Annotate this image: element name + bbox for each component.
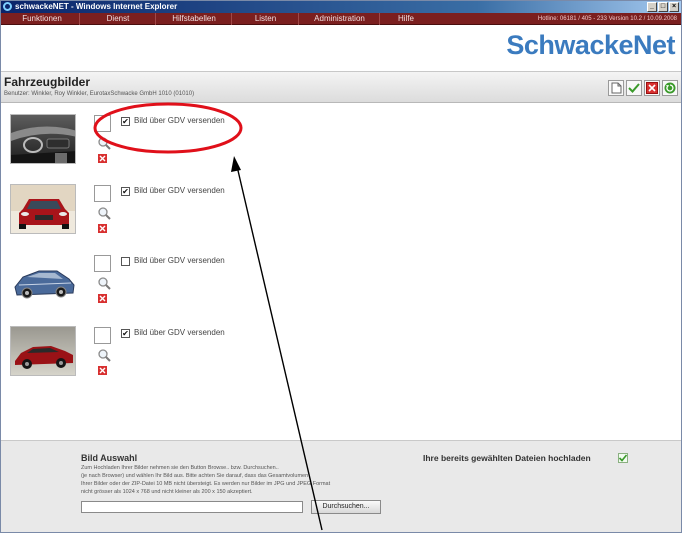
image-list: ✔ Bild über GDV versenden ✔ Bild über GD… xyxy=(1,104,681,440)
image-upload-panel: Bild Auswahl Zum Hochladen Ihrer Bilder … xyxy=(1,440,681,532)
send-via-gdv-checkbox[interactable] xyxy=(121,257,130,266)
menu-hilfe[interactable]: Hilfe xyxy=(381,13,431,25)
main-menu: Funktionen Dienst Hilfstabellen Listen A… xyxy=(1,13,681,25)
image-number-field[interactable] xyxy=(94,115,111,132)
magnifier-icon[interactable] xyxy=(97,206,111,220)
image-number-field[interactable] xyxy=(94,255,111,272)
page-toolbar xyxy=(608,80,678,96)
menu-dienst[interactable]: Dienst xyxy=(81,13,156,25)
send-via-gdv-checkbox[interactable]: ✔ xyxy=(121,117,130,126)
upload-checkmark-icon[interactable] xyxy=(618,453,628,463)
send-via-gdv-label: Bild über GDV versenden xyxy=(134,256,225,265)
brand-logo: SchwackeNet xyxy=(506,30,675,60)
instruction-line: Zum Hochladen Ihrer Bilder nehmen sie de… xyxy=(81,465,279,471)
menu-listen[interactable]: Listen xyxy=(233,13,299,25)
browser-window: schwackeNET - Windows Internet Explorer … xyxy=(0,0,682,533)
send-via-gdv-label: Bild über GDV versenden xyxy=(134,186,225,195)
image-row: ✔ Bild über GDV versenden xyxy=(1,324,681,394)
upload-section-title: Bild Auswahl xyxy=(81,453,138,463)
minimize-button[interactable]: _ xyxy=(647,2,657,12)
delete-image-icon[interactable] xyxy=(98,366,107,375)
maximize-button[interactable]: □ xyxy=(658,2,668,12)
instruction-line: Ihrer Bilder oder der ZIP-Datei 10 MB ni… xyxy=(81,481,331,487)
car-xray-thumbnail[interactable] xyxy=(10,254,76,304)
magnifier-icon[interactable] xyxy=(97,348,111,362)
refresh-button[interactable] xyxy=(662,80,678,96)
refresh-icon xyxy=(664,82,676,94)
instruction-line: nicht grösser als 1024 x 768 und nicht k… xyxy=(81,489,253,495)
title-bar: schwackeNET - Windows Internet Explorer … xyxy=(1,1,681,13)
image-number-field[interactable] xyxy=(94,185,111,202)
page-title: Fahrzeugbilder xyxy=(4,75,91,89)
send-via-gdv-checkbox[interactable]: ✔ xyxy=(121,329,130,338)
close-button[interactable]: × xyxy=(669,2,679,12)
menu-funktionen[interactable]: Funktionen xyxy=(5,13,80,25)
hotline-version-text: Hotline: 06181 / 405 - 233 Version 10.2 … xyxy=(537,16,677,22)
delete-image-icon[interactable] xyxy=(98,154,107,163)
send-via-gdv-label: Bild über GDV versenden xyxy=(134,328,225,337)
new-document-button[interactable] xyxy=(608,80,624,96)
internet-explorer-icon xyxy=(3,2,12,11)
page-header: Fahrzeugbilder Benutzer: Winkler, Roy Wi… xyxy=(1,71,681,103)
image-number-field[interactable] xyxy=(94,327,111,344)
save-button[interactable] xyxy=(626,80,642,96)
magnifier-icon[interactable] xyxy=(97,136,111,150)
delete-button[interactable] xyxy=(644,80,660,96)
image-row: Bild über GDV versenden xyxy=(1,252,681,322)
magnifier-icon[interactable] xyxy=(97,276,111,290)
upload-instructions: Zum Hochladen Ihrer Bilder nehmen sie de… xyxy=(81,464,421,496)
send-via-gdv-checkbox[interactable]: ✔ xyxy=(121,187,130,196)
user-info: Benutzer: Winkler, Roy Winkler, EurotaxS… xyxy=(4,91,195,97)
menu-hilfstabellen[interactable]: Hilfstabellen xyxy=(157,13,232,25)
window-controls: _ □ × xyxy=(647,2,679,12)
delete-image-icon[interactable] xyxy=(98,294,107,303)
browse-button[interactable]: Durchsuchen... xyxy=(311,500,381,514)
checkmark-icon xyxy=(628,83,640,93)
red-car-front-thumbnail[interactable] xyxy=(10,184,76,234)
send-via-gdv-label: Bild über GDV versenden xyxy=(134,116,225,125)
new-document-icon xyxy=(611,82,621,94)
image-row: ✔ Bild über GDV versenden xyxy=(1,182,681,252)
image-row: ✔ Bild über GDV versenden xyxy=(1,112,681,182)
delete-image-icon[interactable] xyxy=(98,224,107,233)
file-path-input[interactable] xyxy=(81,501,303,513)
upload-selected-files-label: Ihre bereits gewählten Dateien hochladen xyxy=(423,453,591,463)
brand-header: SchwackeNet xyxy=(1,25,681,71)
delete-icon xyxy=(646,82,658,94)
red-sedan-side-thumbnail[interactable] xyxy=(10,326,76,376)
window-title: schwackeNET - Windows Internet Explorer xyxy=(15,2,178,11)
car-interior-thumbnail[interactable] xyxy=(10,114,76,164)
page-margin xyxy=(682,0,696,533)
menu-administration[interactable]: Administration xyxy=(300,13,380,25)
instruction-line: (je nach Browser) und wählen Ihr Bild au… xyxy=(81,473,309,479)
